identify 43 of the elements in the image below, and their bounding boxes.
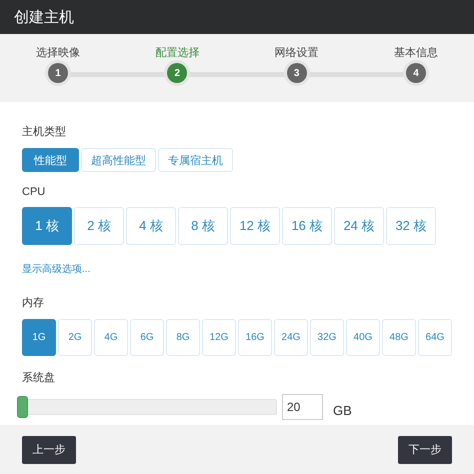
option-button[interactable]: 8G — [166, 319, 200, 356]
disk-size-input[interactable]: 20 — [282, 394, 323, 420]
option-button[interactable]: 1G — [22, 319, 56, 356]
step-label: 配置选择 — [155, 46, 200, 61]
option-button[interactable]: 性能型 — [22, 148, 79, 172]
step-number[interactable]: 1 — [48, 63, 68, 83]
step-number[interactable]: 3 — [286, 63, 307, 83]
slider-thumb[interactable] — [17, 396, 28, 418]
option-button[interactable]: 4 核 — [126, 207, 176, 245]
option-button[interactable]: 4G — [94, 319, 128, 356]
option-button[interactable]: 12G — [202, 319, 236, 356]
step-number[interactable]: 4 — [406, 63, 426, 83]
option-button[interactable]: 32 核 — [386, 207, 436, 245]
option-button[interactable]: 24G — [274, 319, 308, 356]
option-button[interactable]: 32G — [310, 319, 344, 356]
option-button[interactable]: 64G — [418, 319, 452, 356]
section-label: CPU — [22, 186, 46, 198]
window-title: 创建主机 — [0, 0, 474, 34]
option-button[interactable]: 8 核 — [178, 207, 228, 245]
option-button[interactable]: 2 核 — [74, 207, 124, 245]
option-button[interactable]: 16G — [238, 319, 272, 356]
option-button[interactable]: 16 核 — [282, 207, 332, 245]
advanced-options-link[interactable]: 显示高级选项... — [22, 262, 90, 276]
next-button[interactable]: 下一步 — [398, 436, 452, 464]
option-button[interactable]: 2G — [58, 319, 92, 356]
step-label: 选择映像 — [36, 46, 80, 61]
option-button[interactable]: 48G — [382, 319, 416, 356]
disk-size-slider[interactable] — [17, 395, 277, 419]
option-button[interactable]: 1 核 — [22, 207, 72, 245]
option-button[interactable]: 40G — [346, 319, 380, 356]
section-label: 内存 — [22, 296, 45, 310]
back-button[interactable]: 上一步 — [22, 436, 76, 464]
step-label: 网络设置 — [274, 46, 319, 61]
step-label: 基本信息 — [394, 46, 438, 61]
option-button[interactable]: 24 核 — [334, 207, 384, 245]
section-label: 系统盘 — [22, 370, 56, 385]
step-number[interactable]: 2 — [167, 63, 188, 83]
section-label: 主机类型 — [22, 124, 67, 139]
option-button[interactable]: 12 核 — [230, 207, 280, 245]
unit-label: GB — [333, 402, 352, 418]
option-button[interactable]: 专属宿主机 — [158, 148, 233, 172]
option-button[interactable]: 超高性能型 — [81, 148, 156, 172]
option-button[interactable]: 6G — [130, 319, 164, 356]
